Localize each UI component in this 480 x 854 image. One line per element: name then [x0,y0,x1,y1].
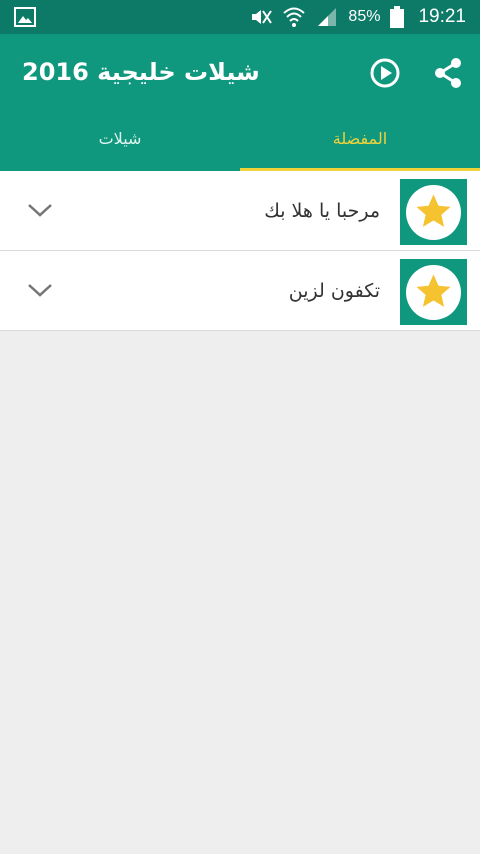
app-bar: شيلات خليجية 2016 شيلات المفضلة [0,34,480,171]
status-bar: 85% 19:21 [0,0,480,34]
item-thumbnail [400,179,467,245]
item-thumbnail [400,259,467,325]
play-circle-icon[interactable] [368,56,402,90]
tab-favorites[interactable]: المفضلة [240,114,480,171]
mute-icon [252,10,273,24]
list-item-title: تكفون لزين [288,280,380,302]
chevron-down-icon[interactable] [26,279,54,301]
chevron-down-icon[interactable] [26,199,54,221]
share-icon[interactable] [432,56,464,90]
list-item[interactable]: مرحبا يا هلا بك [0,171,480,251]
status-indicators: 85% 19:21 [250,0,466,34]
clock: 19:21 [418,6,466,27]
tab-shilat[interactable]: شيلات [0,114,240,171]
battery-icon [390,6,405,28]
list-item[interactable]: تكفون لزين [0,251,480,331]
signal-icon [318,8,337,26]
app-title: شيلات خليجية 2016 [22,58,260,86]
gallery-notification-icon [14,7,36,27]
favorites-list: مرحبا يا هلا بك تكفون لزين [0,171,480,331]
wifi-icon [283,7,306,27]
battery-percent: 85% [348,8,381,25]
list-item-title: مرحبا يا هلا بك [264,200,380,222]
star-icon [416,194,451,227]
star-icon [416,274,451,307]
